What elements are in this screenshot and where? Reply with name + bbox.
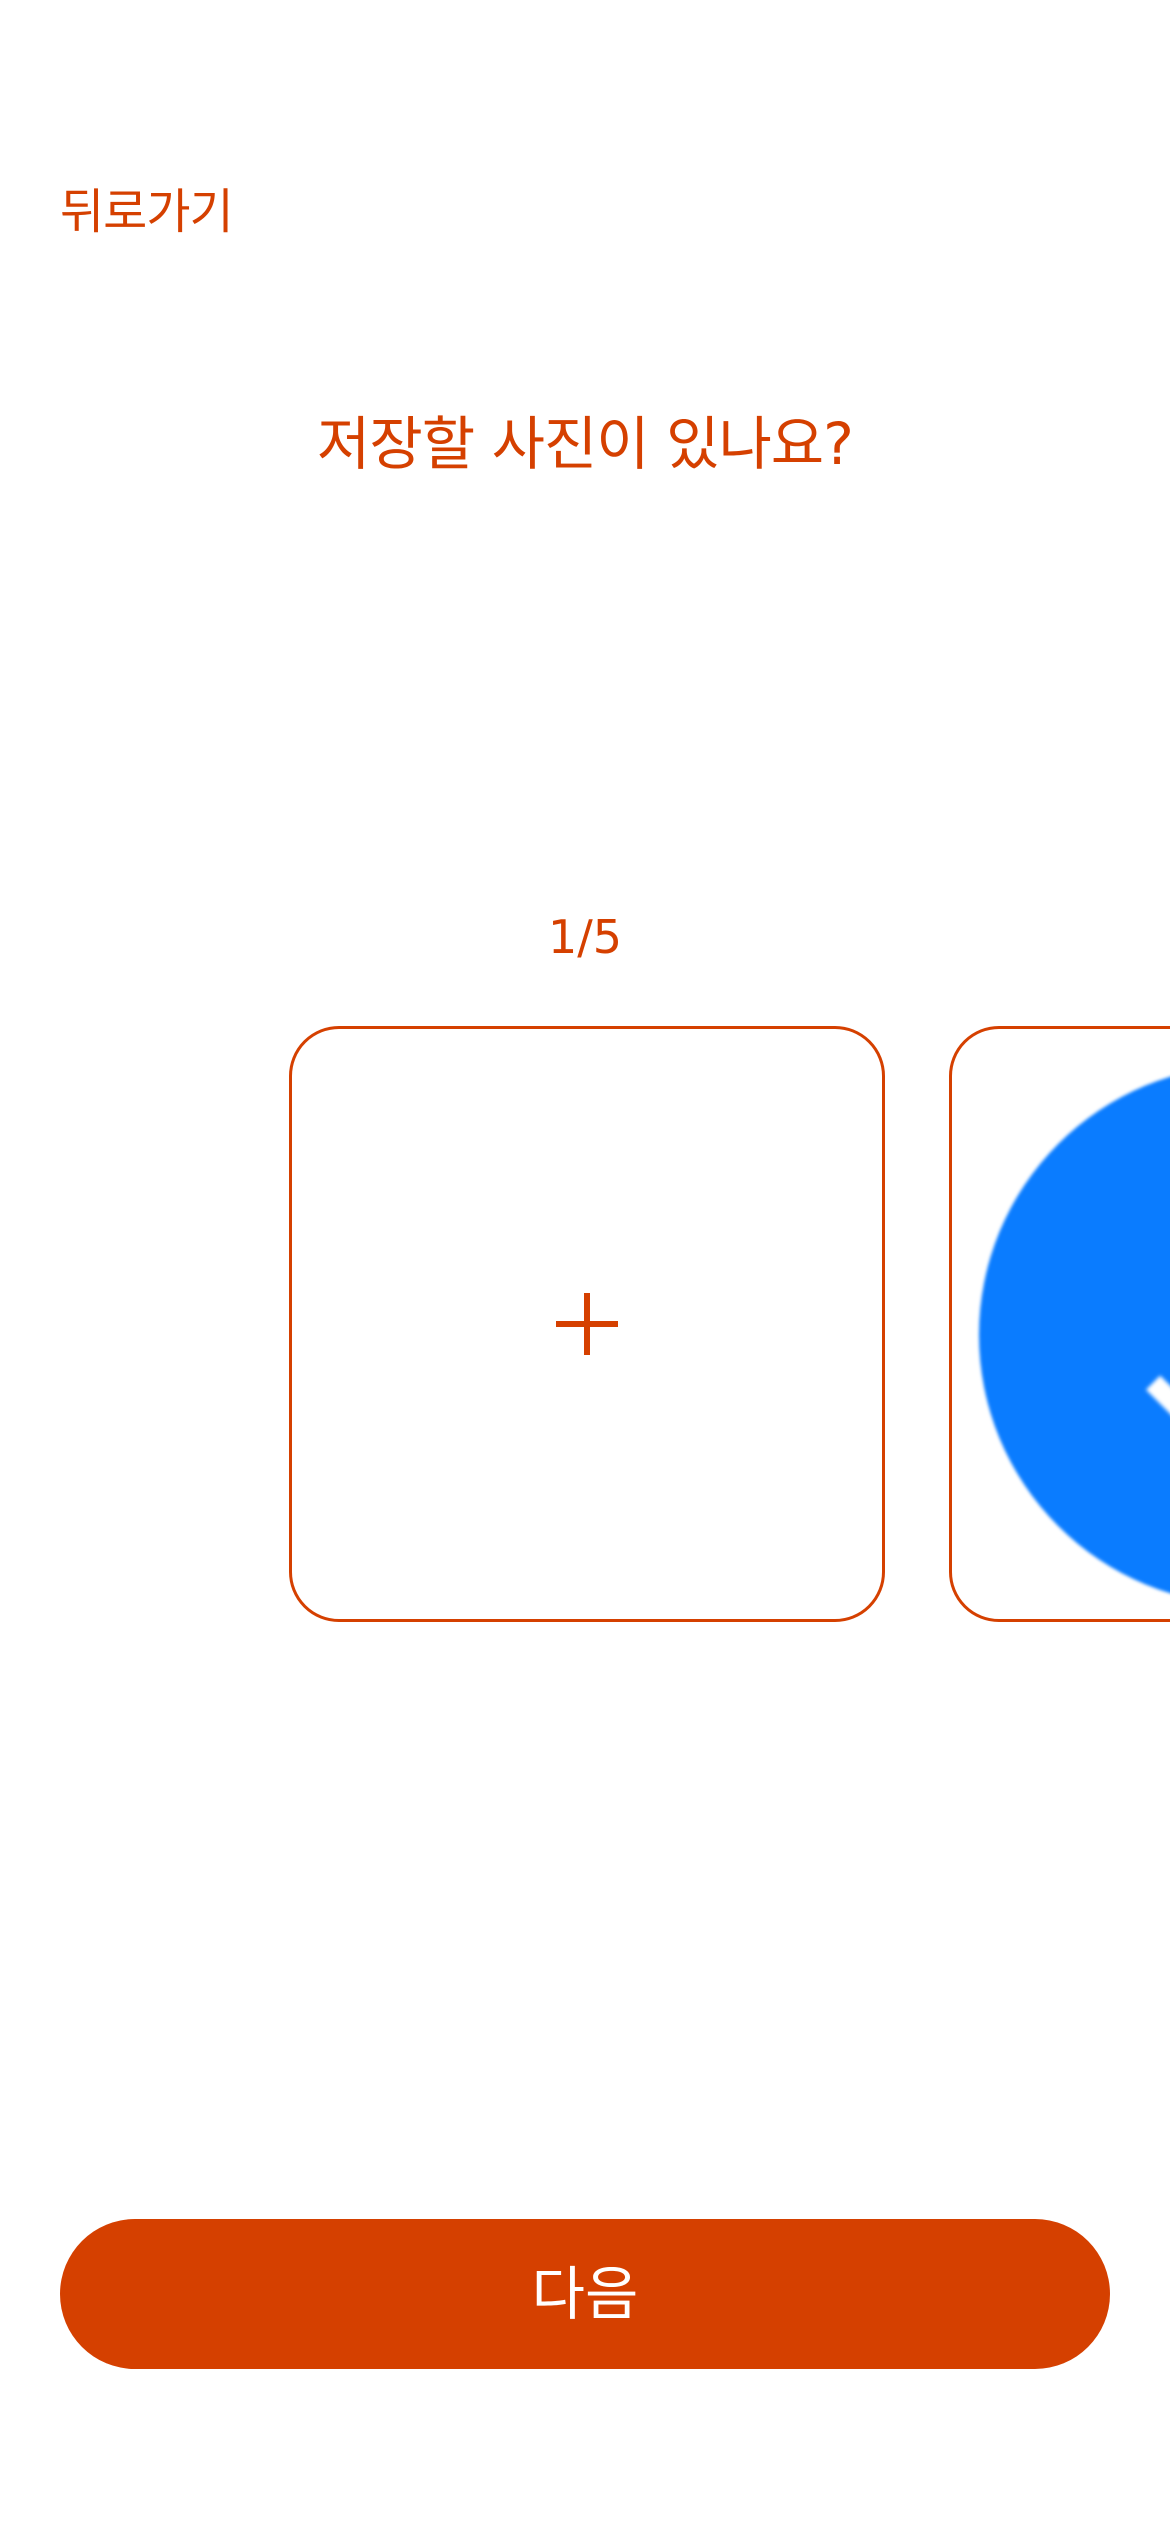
photo-carousel[interactable] bbox=[0, 1026, 1170, 1626]
plus-icon bbox=[556, 1293, 618, 1355]
photo-slot[interactable] bbox=[949, 1026, 1170, 1622]
back-link[interactable]: 뒤로가기 bbox=[60, 178, 234, 246]
blue-check-circle-icon bbox=[979, 1065, 1170, 1605]
page-title: 저장할 사진이 있나요? bbox=[317, 410, 854, 478]
next-button[interactable]: 다음 bbox=[60, 2219, 1110, 2369]
photo-counter: 1/5 bbox=[547, 910, 623, 964]
add-photo-slot[interactable] bbox=[289, 1026, 885, 1622]
